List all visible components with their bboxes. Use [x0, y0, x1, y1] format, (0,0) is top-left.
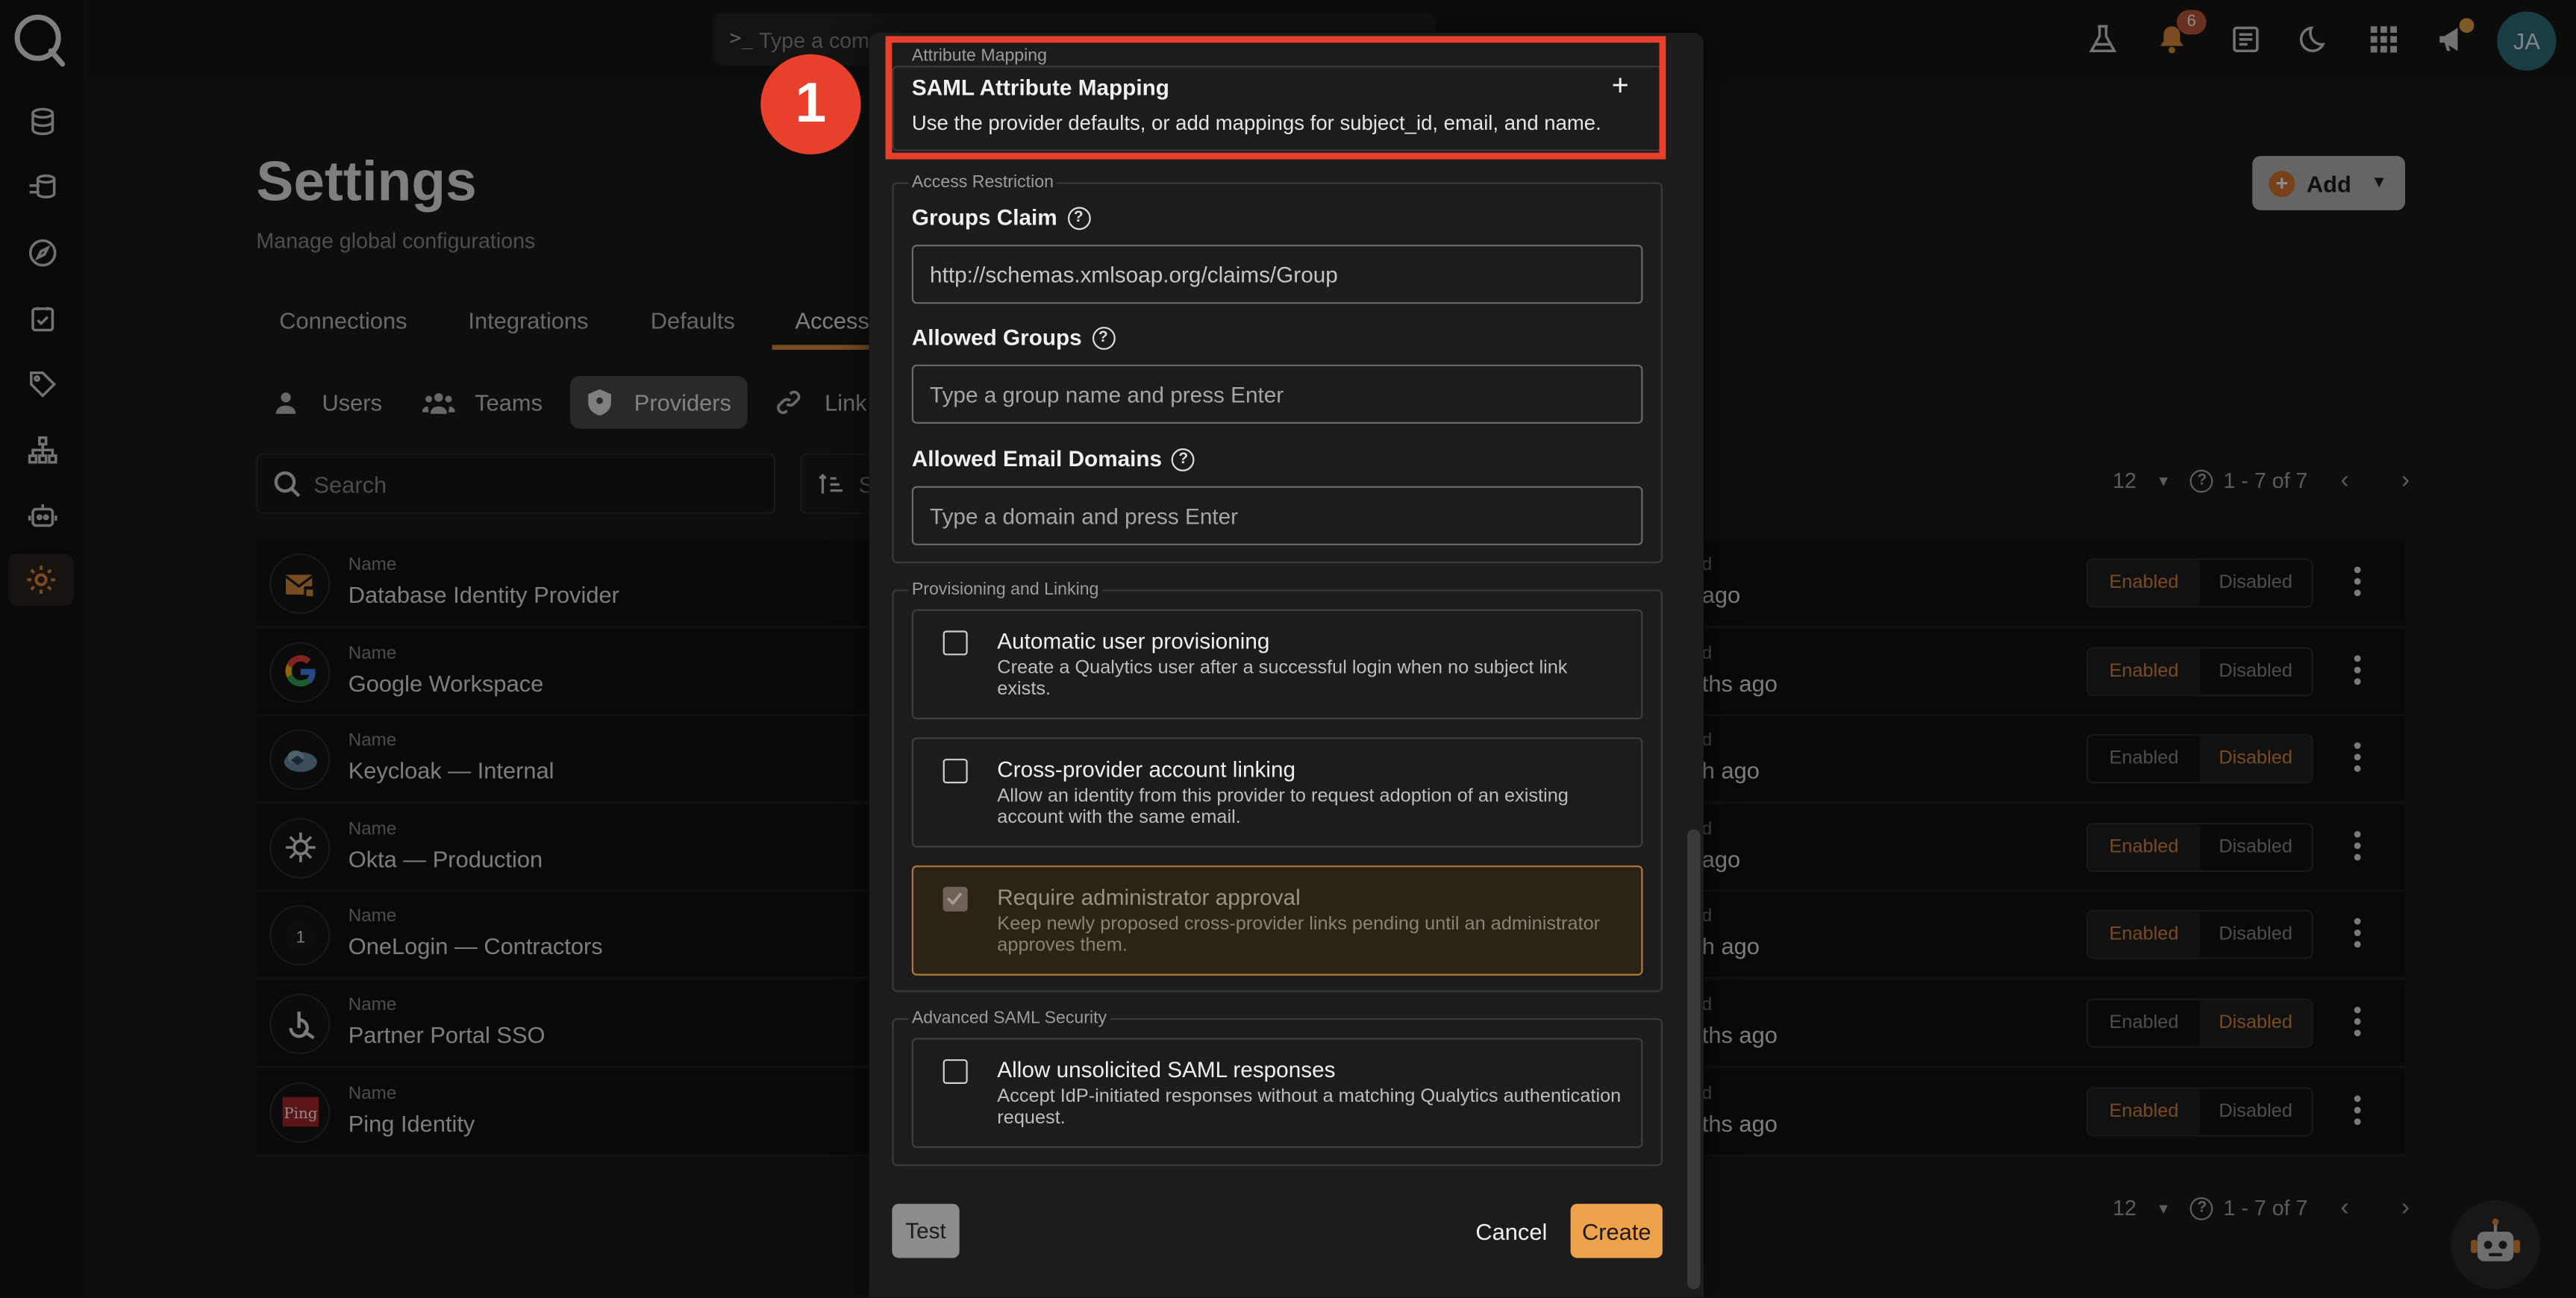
unsolicited-responses-description: Accept IdP-initiated responses without a…: [997, 1087, 1622, 1128]
allowed-groups-label: Allowed Groups?: [912, 325, 1115, 350]
auto-provisioning-checkbox[interactable]: [942, 630, 968, 656]
admin-approval-option: Require administrator approval Keep newl…: [911, 865, 1643, 976]
auto-provisioning-description: Create a Qualytics user after a successf…: [997, 658, 1568, 699]
auto-provisioning-title: Automatic user provisioning: [997, 629, 1270, 654]
cross-provider-linking-option[interactable]: Cross-provider account linking Allow an …: [911, 737, 1643, 847]
cross-provider-linking-description: Allow an identity from this provider to …: [997, 786, 1569, 827]
unsolicited-responses-checkbox[interactable]: [942, 1059, 968, 1084]
provisioning-legend: Provisioning and Linking: [908, 580, 1102, 600]
allowed-email-domains-label: Allowed Email Domains?: [912, 447, 1195, 471]
check-icon: [946, 892, 963, 906]
admin-approval-checkbox: [942, 886, 968, 912]
allowed-email-domains-input[interactable]: [911, 486, 1643, 545]
modal-scrollbar[interactable]: [1686, 829, 1701, 1290]
admin-approval-description: Keep newly proposed cross-provider links…: [997, 915, 1601, 956]
annotation-highlight-box: [885, 36, 1666, 160]
provider-dialog: Attribute Mapping SAML Attribute Mapping…: [869, 33, 1704, 1298]
groups-claim-input[interactable]: [911, 245, 1643, 304]
allowed-email-domains-label-text: Allowed Email Domains: [911, 446, 1163, 471]
help-icon[interactable]: ?: [1172, 447, 1195, 471]
allowed-groups-input[interactable]: [911, 364, 1643, 424]
admin-approval-title: Require administrator approval: [997, 885, 1301, 910]
annotation-step-badge: 1: [760, 54, 861, 154]
groups-claim-label: Groups Claim?: [912, 205, 1090, 230]
create-button[interactable]: Create: [1570, 1203, 1663, 1258]
help-icon[interactable]: ?: [1091, 325, 1115, 349]
unsolicited-responses-title: Allow unsolicited SAML responses: [997, 1057, 1336, 1082]
cross-provider-linking-checkbox[interactable]: [942, 759, 968, 784]
groups-claim-label-text: Groups Claim: [911, 205, 1057, 231]
allowed-groups-label-text: Allowed Groups: [911, 324, 1082, 350]
advanced-saml-legend: Advanced SAML Security: [908, 1008, 1110, 1029]
cancel-button[interactable]: Cancel: [1464, 1204, 1560, 1258]
test-button[interactable]: Test: [892, 1203, 960, 1258]
cross-provider-linking-title: Cross-provider account linking: [997, 756, 1296, 782]
access-restriction-legend: Access Restriction: [908, 172, 1057, 192]
auto-provisioning-option[interactable]: Automatic user provisioning Create a Qua…: [911, 609, 1643, 720]
unsolicited-responses-option[interactable]: Allow unsolicited SAML responses Accept …: [911, 1038, 1643, 1148]
help-icon[interactable]: ?: [1066, 206, 1090, 230]
